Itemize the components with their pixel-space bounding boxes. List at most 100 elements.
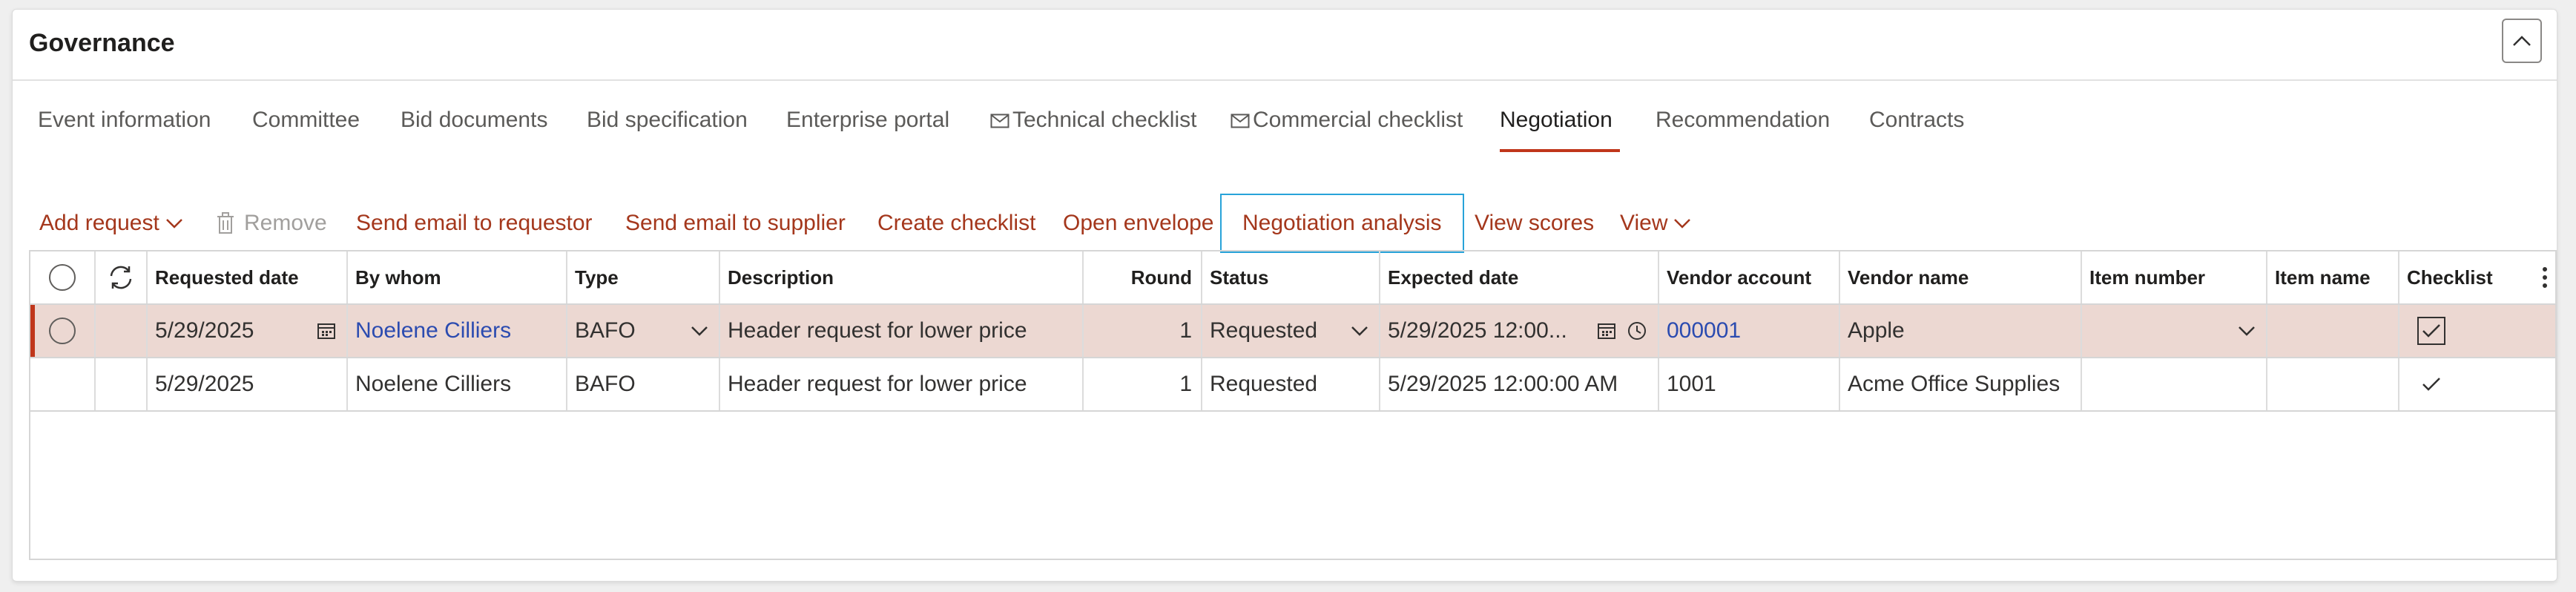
col-expected-date[interactable]: Expected date (1380, 251, 1659, 303)
vendor-name-cell: Apple (1840, 305, 2082, 357)
tab-label: Event information (38, 108, 211, 132)
create-checklist-button[interactable]: Create checklist (877, 194, 1035, 253)
panel-header: Governance (13, 10, 2557, 81)
checkmark-icon (2422, 378, 2440, 391)
col-round[interactable]: Round (1084, 251, 1202, 303)
grid-header-row: Requested date By whom Type Description … (30, 251, 2555, 305)
remove-button[interactable]: Remove (216, 194, 327, 253)
action-toolbar: Add request Remove Send email to request… (13, 194, 2557, 253)
col-requested-date[interactable]: Requested date (148, 251, 348, 303)
refresh-cell[interactable] (96, 251, 148, 303)
by-whom-cell: Noelene Cilliers (348, 358, 567, 410)
col-vendor-name[interactable]: Vendor name (1840, 251, 2082, 303)
status-select[interactable]: Requested (1202, 305, 1380, 357)
button-label: View scores (1475, 211, 1595, 235)
button-label: Remove (244, 211, 327, 235)
item-name-cell (2267, 358, 2399, 410)
open-envelope-button[interactable]: Open envelope (1063, 194, 1214, 253)
row-select-cell[interactable] (30, 358, 96, 410)
view-scores-button[interactable]: View scores (1475, 194, 1594, 253)
vendor-account-link[interactable]: 000001 (1659, 305, 1840, 357)
clock-icon[interactable] (1627, 320, 1647, 341)
tab-technical-checklist[interactable]: Technical checklist (990, 108, 1196, 159)
row-spacer-cell (96, 358, 148, 410)
more-vertical-icon[interactable] (2542, 266, 2548, 289)
button-label: Add request (39, 211, 159, 235)
negotiation-grid: Requested date By whom Type Description … (29, 250, 2557, 560)
column-label: Checklist (2407, 266, 2493, 289)
view-menu-button[interactable]: View (1620, 194, 1691, 253)
tab-commercial-checklist[interactable]: Commercial checklist (1231, 108, 1463, 159)
row-select-radio[interactable] (49, 318, 76, 344)
button-label: Send email to supplier (625, 211, 846, 235)
checklist-cell (2399, 358, 2555, 410)
button-label: Open envelope (1063, 211, 1214, 235)
row-spacer-cell (96, 305, 148, 357)
calendar-icon[interactable] (317, 322, 336, 340)
expected-date-cell: 5/29/2025 12:00:00 AM (1380, 358, 1659, 410)
round-input[interactable]: 1 (1084, 305, 1202, 357)
refresh-icon (110, 266, 132, 289)
col-description[interactable]: Description (720, 251, 1084, 303)
tab-label: Recommendation (1656, 108, 1831, 132)
tab-label: Commercial checklist (1253, 108, 1463, 132)
tab-label: Technical checklist (1012, 108, 1197, 132)
col-status[interactable]: Status (1202, 251, 1380, 303)
row-select-cell[interactable] (30, 305, 96, 357)
chevron-down-icon (691, 326, 708, 336)
tab-event-information[interactable]: Event information (38, 108, 211, 159)
round-cell: 1 (1084, 358, 1202, 410)
collapse-button[interactable] (2502, 19, 2542, 63)
table-row[interactable]: 5/29/2025 Noelene Cilliers BAFO Header r… (30, 358, 2555, 412)
col-by-whom[interactable]: By whom (348, 251, 567, 303)
requested-date-input[interactable]: 5/29/2025 (148, 305, 348, 357)
checklist-checkbox[interactable] (2417, 317, 2445, 345)
vendor-account-cell: 1001 (1659, 358, 1840, 410)
tab-bid-specification[interactable]: Bid specification (587, 108, 748, 159)
expected-date-input[interactable]: 5/29/2025 12:00... (1380, 305, 1659, 357)
add-request-button[interactable]: Add request (39, 194, 183, 253)
tab-negotiation[interactable]: Negotiation (1500, 108, 1620, 159)
tab-enterprise-portal[interactable]: Enterprise portal (786, 108, 949, 159)
cell-value: BAFO (575, 318, 636, 343)
mail-icon (990, 114, 1009, 128)
chevron-up-icon (2513, 36, 2531, 46)
item-number-select[interactable] (2082, 305, 2267, 357)
tab-recommendation[interactable]: Recommendation (1656, 108, 1830, 159)
calendar-icon[interactable] (1597, 322, 1616, 340)
tab-label: Bid specification (587, 108, 748, 132)
button-label: Negotiation analysis (1242, 211, 1442, 235)
send-email-requestor-button[interactable]: Send email to requestor (356, 194, 593, 253)
col-item-name[interactable]: Item name (2267, 251, 2399, 303)
tab-label: Bid documents (401, 108, 548, 132)
by-whom-link[interactable]: Noelene Cilliers (348, 305, 567, 357)
select-all-cell[interactable] (30, 251, 96, 303)
table-row[interactable]: 5/29/2025 Noelene Cilliers BAFO Header r… (30, 305, 2555, 358)
col-vendor-account[interactable]: Vendor account (1659, 251, 1840, 303)
tab-bar: Event information Committee Bid document… (13, 108, 2557, 159)
cell-value: 5/29/2025 (155, 318, 254, 343)
trash-icon (217, 212, 234, 234)
requested-date-cell: 5/29/2025 (148, 358, 348, 410)
negotiation-analysis-button[interactable]: Negotiation analysis (1220, 194, 1464, 253)
tab-bid-documents[interactable]: Bid documents (401, 108, 547, 159)
button-label: Send email to requestor (356, 211, 593, 235)
col-item-number[interactable]: Item number (2082, 251, 2267, 303)
item-name-cell (2267, 305, 2399, 357)
send-email-supplier-button[interactable]: Send email to supplier (625, 194, 846, 253)
col-checklist[interactable]: Checklist (2399, 251, 2555, 303)
select-all-radio[interactable] (49, 264, 76, 291)
tab-contracts[interactable]: Contracts (1869, 108, 1964, 159)
chevron-down-icon (2239, 326, 2255, 336)
cell-value: 5/29/2025 12:00... (1388, 318, 1567, 343)
type-select[interactable]: BAFO (567, 305, 720, 357)
button-label: Create checklist (877, 211, 1036, 235)
checklist-cell (2399, 305, 2555, 357)
col-type[interactable]: Type (567, 251, 720, 303)
checkmark-icon (2422, 324, 2440, 338)
panel-title: Governance (29, 29, 175, 57)
tab-label: Committee (252, 108, 360, 132)
description-input[interactable]: Header request for lower price (720, 305, 1084, 357)
tab-committee[interactable]: Committee (252, 108, 360, 159)
governance-panel: Governance Event information Committee B… (12, 9, 2557, 582)
